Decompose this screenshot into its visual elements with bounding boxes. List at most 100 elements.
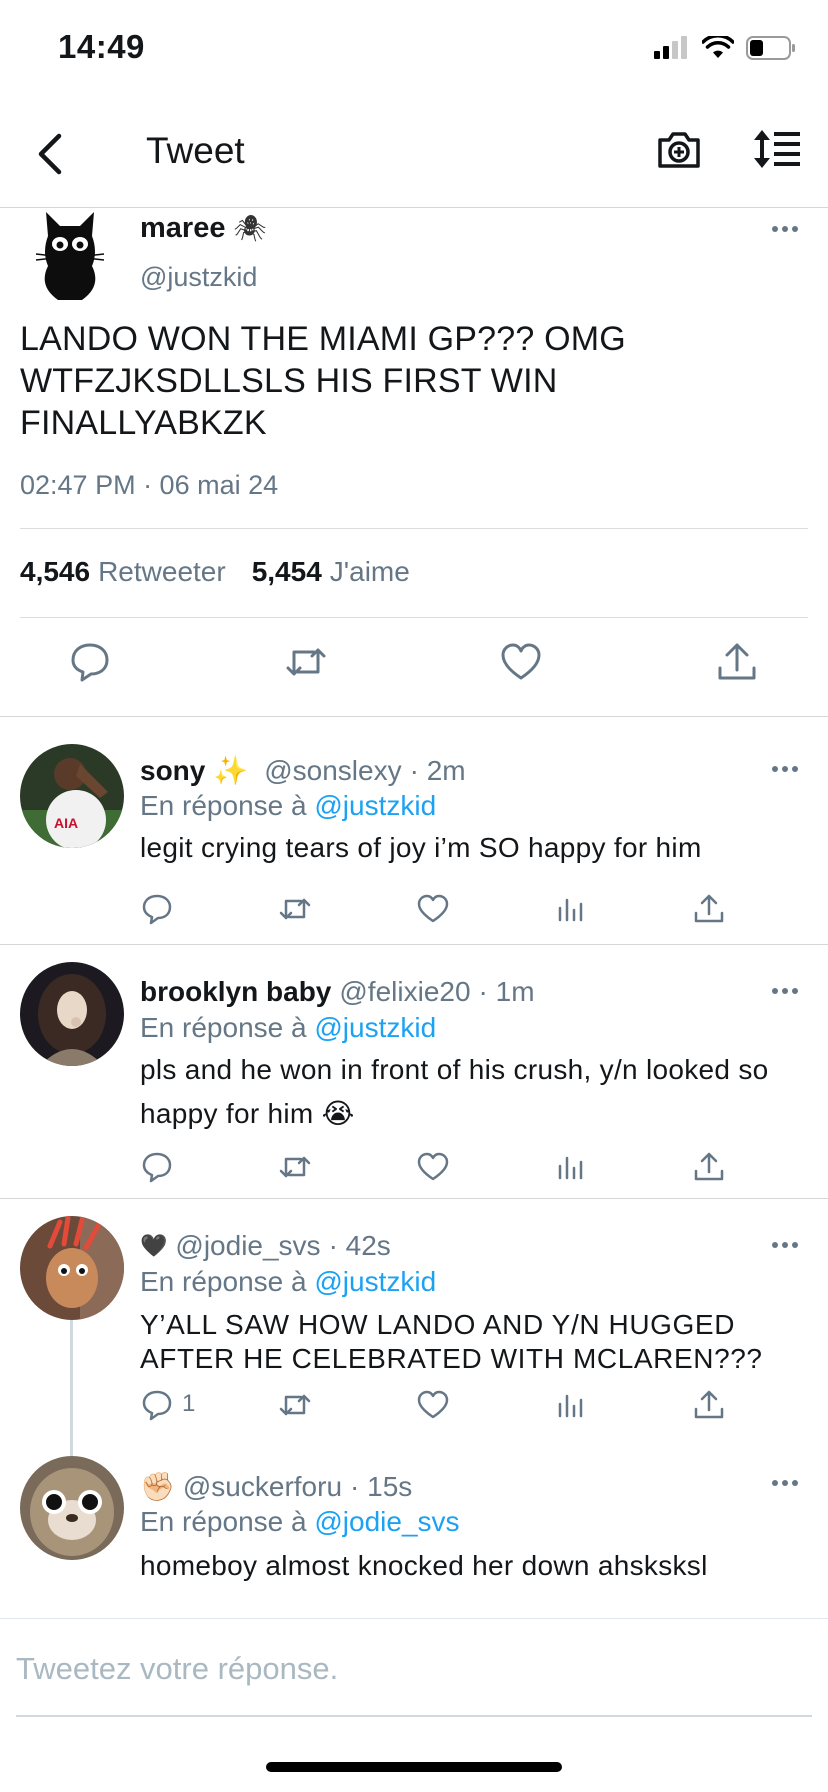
reply-context: En réponse à @justzkid: [140, 790, 436, 822]
reply-icon[interactable]: [140, 892, 174, 926]
avatar[interactable]: [20, 1456, 124, 1560]
sort-icon: [754, 130, 800, 168]
reply-text: pls and he won in front of his crush, y/…: [140, 1054, 769, 1129]
author-name[interactable]: maree 🕷: [140, 212, 266, 245]
nav-bar: Tweet: [0, 100, 828, 208]
tweet-stats: 4,546 Retweeter 5,454 J'aime: [20, 556, 410, 588]
share-icon[interactable]: [692, 1388, 726, 1422]
author-handle[interactable]: @justzkid: [140, 262, 257, 293]
camera-button[interactable]: [656, 128, 708, 180]
more-icon[interactable]: [772, 764, 802, 774]
retweet-icon[interactable]: [278, 1388, 312, 1422]
reply-author-name[interactable]: ✊🏻: [140, 1470, 175, 1503]
reply-to-link[interactable]: @justzkid: [314, 790, 436, 821]
reply-handle[interactable]: @felixie20: [339, 976, 470, 1008]
wifi-icon: [702, 36, 734, 58]
reply-input[interactable]: Tweetez votre réponse.: [16, 1651, 338, 1687]
reply-time: · 42s: [328, 1230, 391, 1261]
analytics-icon[interactable]: [554, 1150, 588, 1184]
sort-button[interactable]: [752, 128, 806, 180]
like-icon[interactable]: [416, 1388, 450, 1422]
reply-prefix: En réponse à: [140, 790, 307, 821]
avatar[interactable]: [20, 1216, 124, 1320]
retweet-icon[interactable]: [284, 640, 328, 684]
reply-composer: Tweetez votre réponse.: [0, 1618, 828, 1718]
analytics-icon[interactable]: [554, 892, 588, 926]
reply-to-link[interactable]: @jodie_svs: [314, 1506, 459, 1537]
reply-text: legit crying tears of joy i’m SO happy f…: [140, 832, 702, 863]
spider-emoji: 🕷: [233, 213, 267, 243]
avatar[interactable]: AIA: [20, 744, 124, 848]
more-icon[interactable]: [772, 1478, 802, 1488]
author-name-text: maree: [140, 212, 226, 244]
tweet-timestamp: 02:47 PM · 06 mai 24: [20, 470, 279, 500]
share-icon[interactable]: [692, 892, 726, 926]
camera-icon: [658, 132, 700, 168]
likes-label: J'aime: [329, 556, 410, 587]
retweet-icon[interactable]: [278, 892, 312, 926]
likes-count: 5,454: [251, 556, 322, 587]
reply-handle[interactable]: @sonslexy: [264, 755, 401, 787]
reply-handle[interactable]: @jodie_svs: [175, 1230, 320, 1262]
back-button[interactable]: [24, 124, 74, 184]
share-icon[interactable]: [715, 640, 759, 684]
reply-icon[interactable]: [68, 640, 112, 684]
reply-author-name[interactable]: brooklyn baby: [140, 976, 331, 1008]
reply-text: homeboy almost knocked her down ahsksksl: [140, 1550, 708, 1581]
page-title: Tweet: [146, 130, 245, 171]
battery-icon: [746, 36, 795, 60]
reply-icon[interactable]: [140, 1150, 174, 1184]
divider: [0, 944, 828, 945]
home-indicator[interactable]: [266, 1762, 562, 1772]
more-icon[interactable]: [772, 986, 802, 996]
reply-count: 1: [182, 1390, 196, 1417]
reply-text: Y’ALL SAW HOW LANDO AND Y/N HUGGED AFTER…: [140, 1309, 763, 1374]
divider: [20, 617, 808, 618]
reply-prefix: En réponse à: [140, 1266, 307, 1297]
reply-author-name[interactable]: 🖤: [140, 1233, 167, 1259]
divider: [0, 1198, 828, 1199]
reply-to-link[interactable]: @justzkid: [314, 1266, 436, 1297]
status-time: 14:49: [58, 28, 145, 65]
composer-underline: [16, 1715, 812, 1717]
sparkles-emoji: ✨: [213, 755, 249, 786]
reply-actions: [0, 1150, 828, 1190]
reply-time: · 2m: [409, 754, 466, 786]
reply-author-name[interactable]: sony: [140, 755, 205, 787]
share-icon[interactable]: [692, 1150, 726, 1184]
reply-context: En réponse à @justzkid: [140, 1266, 436, 1298]
reply-header: brooklyn baby @felixie20 · 1m: [140, 976, 535, 1008]
analytics-icon[interactable]: [554, 1388, 588, 1422]
reply-header: 🖤 @jodie_svs · 42s: [140, 1230, 391, 1262]
divider: [20, 528, 808, 529]
reply-to-link[interactable]: @justzkid: [314, 1012, 436, 1043]
reply-context: En réponse à @justzkid: [140, 1012, 436, 1044]
reply-time: · 15s: [350, 1470, 413, 1502]
reply-header: ✊🏻 @suckerforu · 15s: [140, 1470, 412, 1503]
avatar[interactable]: [20, 962, 124, 1066]
more-icon[interactable]: [772, 1240, 802, 1250]
reply-prefix: En réponse à: [140, 1506, 307, 1537]
retweets-label: Retweeter: [98, 556, 226, 587]
reply-context: En réponse à @jodie_svs: [140, 1506, 460, 1538]
reply-actions: [0, 892, 828, 932]
retweet-icon[interactable]: [278, 1150, 312, 1184]
likes-stat[interactable]: 5,454 J'aime: [252, 556, 410, 588]
like-icon[interactable]: [416, 892, 450, 926]
like-icon[interactable]: [416, 1150, 450, 1184]
reply-handle[interactable]: @suckerforu: [183, 1471, 342, 1503]
status-icons: [654, 36, 796, 60]
more-icon[interactable]: [772, 224, 802, 234]
tweet-text: LANDO WON THE MIAMI GP??? OMG WTFZJKSDLL…: [20, 320, 626, 442]
main-tweet-actions: [0, 640, 828, 690]
reply-actions: 1: [0, 1388, 828, 1428]
signal-icon: [654, 36, 687, 59]
like-icon[interactable]: [499, 640, 543, 684]
svg-text:AIA: AIA: [54, 815, 78, 831]
retweets-stat[interactable]: 4,546 Retweeter: [20, 556, 226, 588]
back-icon: [38, 133, 62, 175]
reply-time: · 1m: [478, 976, 535, 1007]
avatar[interactable]: [22, 208, 118, 304]
reply-icon[interactable]: [140, 1388, 174, 1422]
retweets-count: 4,546: [20, 556, 91, 587]
